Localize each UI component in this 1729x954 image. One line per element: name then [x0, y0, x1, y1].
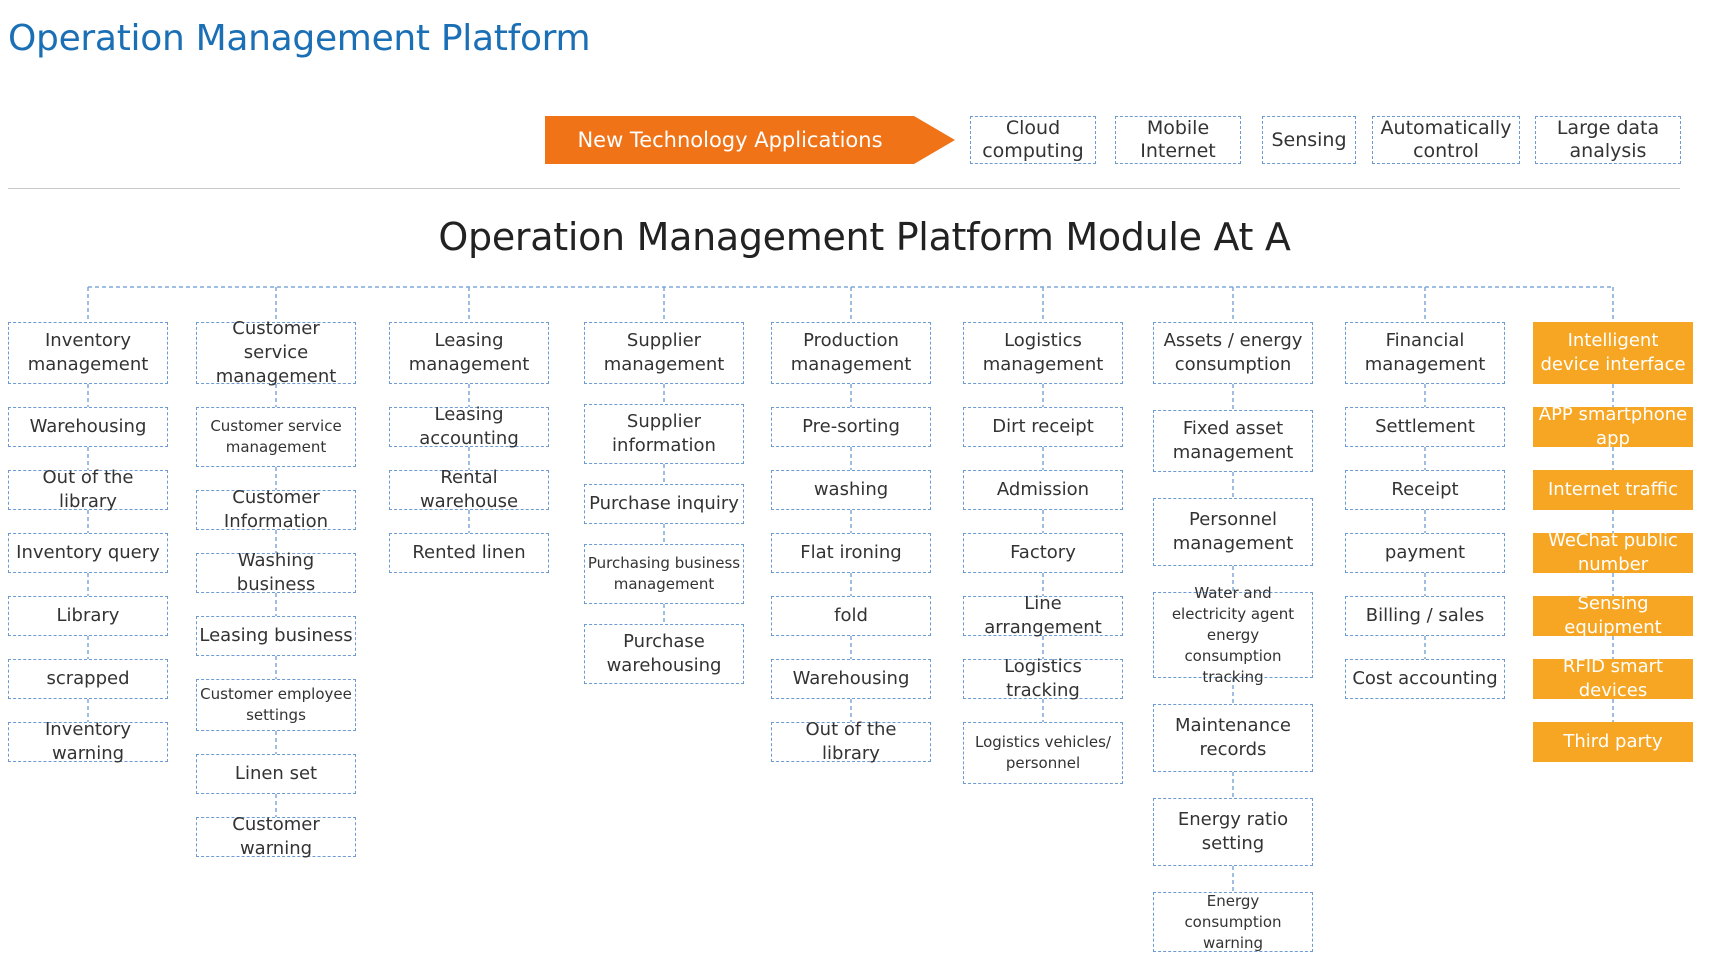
module-item: Warehousing: [8, 407, 168, 447]
module-item: Purchasing business management: [584, 544, 744, 604]
module-item: Receipt: [1345, 470, 1505, 510]
module-item: Flat ironing: [771, 533, 931, 573]
column-header: Assets / energy consumption: [1153, 322, 1313, 384]
module-item: Washing business: [196, 550, 356, 595]
column-header: Inventory management: [8, 322, 168, 384]
module-item: Linen set: [196, 754, 356, 794]
module-item: Supplier information: [584, 404, 744, 464]
module-item: fold: [771, 596, 931, 636]
module-item: Logistics vehicles/ personnel: [963, 722, 1123, 784]
column-header: Leasing management: [389, 322, 549, 384]
module-item: Maintenance records: [1153, 704, 1313, 772]
module-item: Leasing accounting: [389, 404, 549, 449]
module-item: Cost accounting: [1345, 659, 1505, 699]
module-item: Dirt receipt: [963, 407, 1123, 447]
module-item: Customer service management: [196, 407, 356, 467]
module-item: Purchase inquiry: [584, 484, 744, 524]
module-item: scrapped: [8, 659, 168, 699]
module-item: APP smartphone app: [1533, 404, 1693, 449]
module-item: Inventory warning: [8, 719, 168, 764]
column-header: Customer service management: [196, 318, 356, 387]
module-item: Personnel management: [1153, 498, 1313, 566]
module-item: Third party: [1533, 722, 1693, 762]
column-header: Intelligent device interface: [1533, 322, 1693, 384]
module-item: Purchase warehousing: [584, 624, 744, 684]
module-item: Energy ratio setting: [1153, 798, 1313, 866]
module-item: Out of the library: [8, 467, 168, 512]
module-item: Internet traffic: [1533, 470, 1693, 510]
module-item: WeChat public number: [1533, 530, 1693, 575]
module-item: Line arrangement: [963, 593, 1123, 638]
module-item: Customer warning: [196, 814, 356, 859]
module-item: Admission: [963, 470, 1123, 510]
module-item: Inventory query: [8, 533, 168, 573]
module-item: Logistics tracking: [963, 656, 1123, 701]
module-item: Factory: [963, 533, 1123, 573]
module-item: RFID smart devices: [1533, 656, 1693, 701]
module-item: Library: [8, 596, 168, 636]
module-item: Water and electricity agent energy consu…: [1153, 584, 1313, 686]
module-item: Fixed asset management: [1153, 410, 1313, 472]
module-item: washing: [771, 470, 931, 510]
column-header: Financial management: [1345, 322, 1505, 384]
module-item: Rented linen: [389, 533, 549, 573]
module-item: Settlement: [1345, 407, 1505, 447]
module-item: Out of the library: [771, 719, 931, 764]
column-header: Logistics management: [963, 322, 1123, 384]
module-item: payment: [1345, 533, 1505, 573]
module-item: Customer Information: [196, 487, 356, 532]
module-item: Pre-sorting: [771, 407, 931, 447]
module-item: Billing / sales: [1345, 596, 1505, 636]
module-item: Customer employee settings: [196, 679, 356, 731]
module-item: Leasing business: [196, 616, 356, 656]
module-item: Rental warehouse: [389, 467, 549, 512]
module-item: Warehousing: [771, 659, 931, 699]
column-header: Production management: [771, 322, 931, 384]
module-item: Sensing equipment: [1533, 593, 1693, 638]
column-header: Supplier management: [584, 322, 744, 384]
module-item: Energy consumption warning: [1153, 892, 1313, 952]
